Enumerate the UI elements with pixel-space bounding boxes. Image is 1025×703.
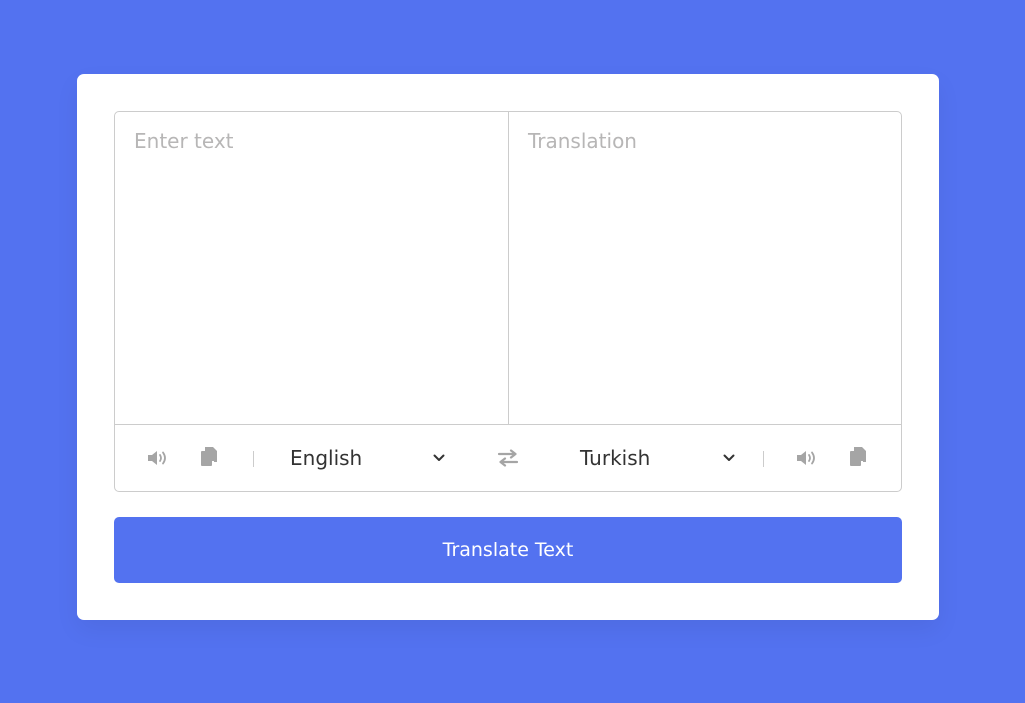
text-input-area xyxy=(115,112,901,425)
copy-icon[interactable] xyxy=(201,447,217,467)
from-language-select[interactable]: English xyxy=(290,443,445,473)
controls-row: English Turkish xyxy=(115,425,901,491)
volume-icon[interactable] xyxy=(147,449,169,467)
divider xyxy=(253,451,254,467)
translation-output[interactable] xyxy=(509,112,901,424)
copy-icon[interactable] xyxy=(850,447,866,467)
translate-button-label: Translate Text xyxy=(442,539,574,561)
from-language-label: English xyxy=(290,446,363,470)
volume-icon[interactable] xyxy=(796,449,818,467)
chevron-down-icon xyxy=(723,454,735,462)
to-language-select[interactable]: Turkish xyxy=(580,443,735,473)
translator-wrapper: English Turkish xyxy=(114,111,902,492)
translate-button[interactable]: Translate Text xyxy=(114,517,902,583)
exchange-icon[interactable] xyxy=(497,449,519,467)
source-text-input[interactable] xyxy=(115,112,509,424)
divider xyxy=(763,451,764,467)
translator-card: English Turkish xyxy=(77,74,939,620)
chevron-down-icon xyxy=(433,454,445,462)
to-language-label: Turkish xyxy=(580,446,651,470)
